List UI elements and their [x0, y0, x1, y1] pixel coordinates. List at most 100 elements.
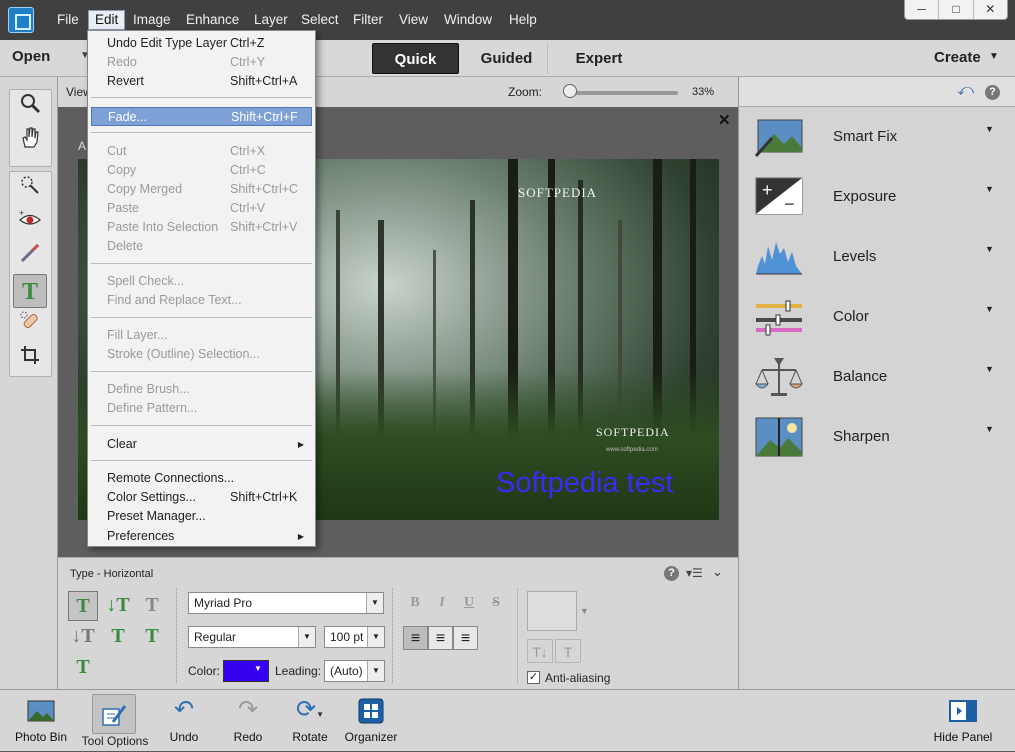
menu-filter[interactable]: Filter	[347, 10, 389, 30]
close-window-button[interactable]: ✕	[974, 0, 1007, 19]
menu-enhance[interactable]: Enhance	[180, 10, 245, 30]
font-style-select[interactable]: Regular ▼	[188, 626, 316, 648]
text-on-path-tool-icon[interactable]: T	[68, 653, 98, 683]
menu-select[interactable]: Select	[295, 10, 345, 30]
adjustment-color[interactable]: Color ▼	[739, 291, 1015, 351]
chevron-down-icon[interactable]: ▼	[985, 184, 994, 194]
adjustment-sharpen[interactable]: Sharpen ▼	[739, 411, 1015, 471]
help-icon[interactable]: ?	[985, 85, 1000, 100]
chevron-down-icon[interactable]: ▼	[367, 661, 384, 681]
text-on-selection-tool-icon[interactable]: T	[103, 622, 133, 652]
balance-icon	[754, 358, 804, 396]
chevron-down-icon[interactable]: ▼	[254, 664, 262, 673]
menu-edit[interactable]: Edit	[88, 10, 126, 30]
text-style-swatch[interactable]	[527, 591, 577, 631]
whiten-teeth-tool-icon[interactable]	[13, 241, 47, 275]
red-eye-tool-icon[interactable]: +	[13, 207, 47, 241]
minimize-button[interactable]: ─	[905, 0, 940, 19]
spot-healing-tool-icon[interactable]	[13, 309, 47, 343]
font-size-select[interactable]: 100 pt ▼	[324, 626, 385, 648]
underline-button[interactable]: U	[457, 591, 481, 615]
tab-quick[interactable]: Quick	[372, 43, 459, 74]
align-center-button[interactable]: ≡	[428, 626, 453, 650]
menu-window[interactable]: Window	[438, 10, 498, 30]
strikethrough-button[interactable]: S	[484, 591, 508, 615]
divider	[517, 588, 518, 683]
organizer-button[interactable]: Organizer	[342, 690, 400, 752]
menu-item-undo[interactable]: Undo Edit Type Layer Ctrl+Z	[91, 34, 312, 53]
tools-panel: + T	[0, 77, 58, 689]
adjustment-exposure[interactable]: + − Exposure ▼	[739, 171, 1015, 231]
menu-image[interactable]: Image	[127, 10, 177, 30]
document-tab-label: A	[78, 139, 87, 153]
app-logo-icon[interactable]	[8, 7, 34, 33]
horizontal-type-mask-tool-icon[interactable]: T	[137, 591, 167, 621]
type-layer-text[interactable]: Softpedia test	[496, 467, 673, 500]
warp-text-button[interactable]: T	[555, 639, 581, 663]
menu-item-preset-manager[interactable]: Preset Manager...	[91, 507, 312, 526]
open-button[interactable]: Open	[12, 48, 50, 65]
redo-button[interactable]: ↷ Redo	[226, 690, 270, 752]
align-right-button[interactable]: ≡	[453, 626, 478, 650]
chevron-down-icon[interactable]: ▼	[367, 627, 384, 647]
italic-button[interactable]: I	[430, 591, 454, 615]
create-button[interactable]: Create	[934, 49, 981, 66]
vertical-type-mask-tool-icon[interactable]: ↓T	[68, 622, 98, 652]
menu-item-preferences[interactable]: Preferences ▶	[91, 527, 312, 546]
vertical-type-tool-icon[interactable]: ↓T	[103, 591, 133, 621]
tab-guided[interactable]: Guided	[466, 43, 548, 74]
adjustment-smart-fix[interactable]: Smart Fix ▼	[739, 111, 1015, 171]
panel-menu-icon[interactable]: ▾☰	[686, 566, 703, 580]
rotate-button[interactable]: ⟳▼ Rotate	[288, 690, 332, 752]
color-label: Color:	[188, 664, 221, 678]
tool-options-button[interactable]	[92, 694, 136, 734]
close-document-icon[interactable]: ✕	[718, 111, 731, 129]
chevron-down-icon[interactable]: ▼	[985, 124, 994, 134]
chevron-down-icon[interactable]: ▼	[580, 606, 589, 616]
chevron-down-icon[interactable]: ▼	[985, 424, 994, 434]
undo-button[interactable]: ↶ Undo	[162, 690, 206, 752]
quick-selection-tool-icon[interactable]	[13, 173, 47, 207]
change-orientation-button[interactable]: T↓	[527, 639, 553, 663]
text-color-swatch[interactable]	[223, 660, 269, 682]
chevron-down-icon[interactable]: ▼	[298, 627, 315, 647]
menu-item-color-settings[interactable]: Color Settings... Shift+Ctrl+K	[91, 488, 312, 507]
align-left-button[interactable]: ≡	[403, 626, 428, 650]
font-family-select[interactable]: Myriad Pro ▼	[188, 592, 384, 614]
collapse-icon[interactable]: ⌄	[712, 564, 723, 580]
menu-item-remote-connections[interactable]: Remote Connections...	[91, 469, 312, 488]
photo-bin-button[interactable]: Photo Bin	[8, 690, 74, 752]
menu-file[interactable]: File	[51, 10, 85, 30]
menu-help[interactable]: Help	[503, 10, 543, 30]
anti-aliasing-checkbox[interactable]: ✓	[527, 671, 540, 684]
chevron-down-icon[interactable]: ▼	[366, 593, 383, 613]
menu-view[interactable]: View	[393, 10, 434, 30]
menu-item-revert[interactable]: Revert Shift+Ctrl+A	[91, 72, 312, 91]
maximize-button[interactable]: □	[939, 0, 974, 19]
adjustment-levels[interactable]: Levels ▼	[739, 231, 1015, 291]
menu-item-fade[interactable]: Fade... Shift+Ctrl+F	[91, 107, 312, 126]
tool-options-panel: Type - Horizontal ? ▾☰ ⌄ T ↓T T ↓T T T T…	[58, 557, 738, 689]
hide-panel-button[interactable]: Hide Panel	[930, 690, 996, 752]
font-size-value: 100 pt	[330, 630, 364, 644]
zoom-slider-track[interactable]	[573, 91, 678, 95]
help-icon[interactable]: ?	[664, 566, 679, 581]
bold-button[interactable]: B	[403, 591, 427, 615]
menu-item-clear[interactable]: Clear ▶	[91, 435, 312, 454]
menu-layer[interactable]: Layer	[248, 10, 294, 30]
leading-select[interactable]: (Auto) ▼	[324, 660, 385, 682]
chevron-down-icon[interactable]: ▼	[985, 364, 994, 374]
horizontal-type-tool-icon[interactable]: T	[68, 591, 98, 621]
tab-expert[interactable]: Expert	[556, 43, 642, 74]
chevron-down-icon[interactable]: ▼	[985, 244, 994, 254]
create-dropdown-icon[interactable]: ▼	[989, 51, 999, 62]
zoom-tool-icon[interactable]	[13, 91, 47, 125]
zoom-slider-handle[interactable]	[563, 84, 577, 98]
chevron-down-icon[interactable]: ▼	[985, 304, 994, 314]
hand-tool-icon[interactable]	[13, 125, 47, 159]
crop-tool-icon[interactable]	[13, 343, 47, 377]
adjustment-balance[interactable]: Balance ▼	[739, 351, 1015, 411]
type-tool-icon[interactable]: T	[13, 274, 47, 308]
text-on-shape-tool-icon[interactable]: T	[137, 622, 167, 652]
reset-icon[interactable]: ⤺	[957, 82, 974, 100]
